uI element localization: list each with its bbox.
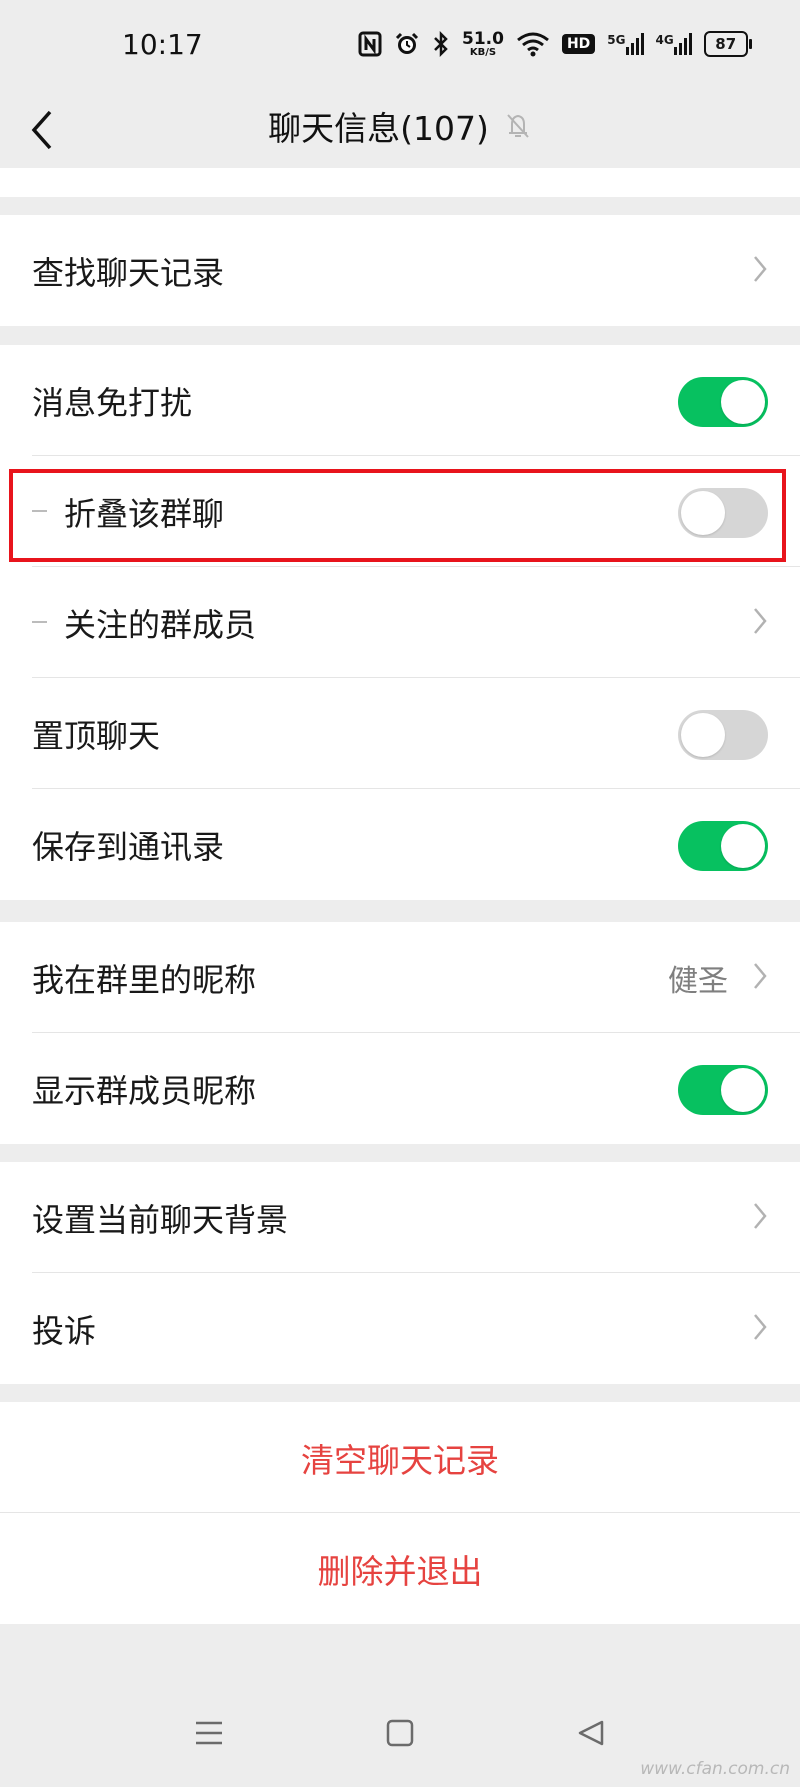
signal-5g: 5G (607, 33, 644, 55)
nav-bar: 聊天信息(107) (0, 92, 800, 168)
row-followed-members[interactable]: 关注的群成员 (0, 567, 800, 678)
pin-chat-toggle[interactable] (678, 710, 768, 760)
signal-4g-label: 4G (655, 33, 674, 47)
signal-4g: 4G (656, 33, 692, 55)
settings-group: 消息免打扰 折叠该群聊 关注的群成员 置顶聊天 保存到通讯录 (0, 345, 800, 900)
bluetooth-icon (434, 30, 448, 58)
status-icons: 51.0 KB/S HD 5G 4G 87 (358, 26, 760, 62)
battery-indicator: 87 (703, 31, 752, 57)
signal-bars-icon (673, 33, 692, 55)
row-search-history[interactable]: 查找聊天记录 (0, 215, 800, 326)
signal-bars-icon (625, 33, 644, 55)
back-triangle-icon[interactable] (576, 1718, 606, 1748)
clear-chat-history-button[interactable]: 清空聊天记录 (0, 1402, 800, 1513)
row-my-nickname[interactable]: 我在群里的昵称 健圣 (0, 922, 800, 1033)
chevron-right-icon (754, 963, 767, 989)
save-to-contacts-toggle[interactable] (678, 821, 768, 871)
chevron-right-icon (754, 256, 767, 282)
do-not-disturb-toggle[interactable] (678, 377, 768, 427)
highlight-box (9, 469, 786, 562)
mute-bell-icon (507, 114, 529, 138)
nickname-value: 健圣 (668, 963, 728, 999)
row-label: 设置当前聊天背景 (32, 1200, 289, 1239)
row-chat-background[interactable]: 设置当前聊天背景 (0, 1162, 800, 1273)
row-do-not-disturb[interactable]: 消息免打扰 (0, 345, 800, 456)
net-speed: 51.0 KB/S (462, 28, 504, 58)
hd-badge: HD (561, 34, 596, 54)
top-strip (0, 168, 800, 197)
status-bar: 10:17 51.0 KB/S HD 5G 4G 87 (0, 0, 800, 92)
delete-and-exit-button[interactable]: 删除并退出 (0, 1513, 800, 1624)
chevron-right-icon (754, 1203, 767, 1229)
page-title: 聊天信息(107) (268, 109, 489, 148)
chevron-right-icon (754, 1314, 767, 1340)
row-label: 我在群里的昵称 (32, 960, 257, 999)
button-label: 清空聊天记录 (301, 1440, 499, 1480)
wifi-icon (517, 32, 549, 57)
home-square-icon[interactable] (385, 1718, 415, 1748)
search-group: 查找聊天记录 (0, 215, 800, 326)
alarm-icon (395, 32, 419, 54)
show-nicknames-toggle[interactable] (678, 1065, 768, 1115)
toggle-knob (721, 1068, 765, 1112)
toggle-knob (721, 824, 765, 868)
row-show-member-nicknames[interactable]: 显示群成员昵称 (0, 1033, 800, 1144)
danger-group: 清空聊天记录 删除并退出 (0, 1402, 800, 1624)
watermark: www.cfan.com.cn (640, 1759, 790, 1779)
menu-lines-icon[interactable] (194, 1718, 224, 1748)
nfc-icon (358, 31, 382, 57)
signal-5g-label: 5G (607, 33, 626, 47)
dash-mark (32, 621, 47, 623)
status-time: 10:17 (122, 28, 203, 61)
net-speed-unit: KB/S (469, 46, 497, 58)
toggle-knob (721, 380, 765, 424)
button-label: 删除并退出 (317, 1551, 483, 1591)
row-pin-chat[interactable]: 置顶聊天 (0, 678, 800, 789)
row-save-to-contacts[interactable]: 保存到通讯录 (0, 789, 800, 900)
misc-group: 设置当前聊天背景 投诉 (0, 1162, 800, 1384)
row-label: 关注的群成员 (64, 605, 257, 644)
nickname-group: 我在群里的昵称 健圣 显示群成员昵称 (0, 922, 800, 1144)
row-label: 查找聊天记录 (32, 253, 225, 292)
row-complain[interactable]: 投诉 (0, 1273, 800, 1384)
nav-title-wrap: 聊天信息(107) (0, 102, 800, 150)
toggle-knob (681, 713, 725, 757)
row-label: 消息免打扰 (32, 383, 193, 422)
system-nav-bar: www.cfan.com.cn (0, 1680, 800, 1787)
row-label: 显示群成员昵称 (32, 1071, 257, 1110)
row-label: 投诉 (32, 1311, 97, 1350)
chevron-right-icon (754, 608, 767, 634)
row-label: 保存到通讯录 (32, 827, 225, 866)
row-label: 置顶聊天 (32, 716, 161, 755)
net-speed-value: 51.0 (462, 28, 504, 49)
